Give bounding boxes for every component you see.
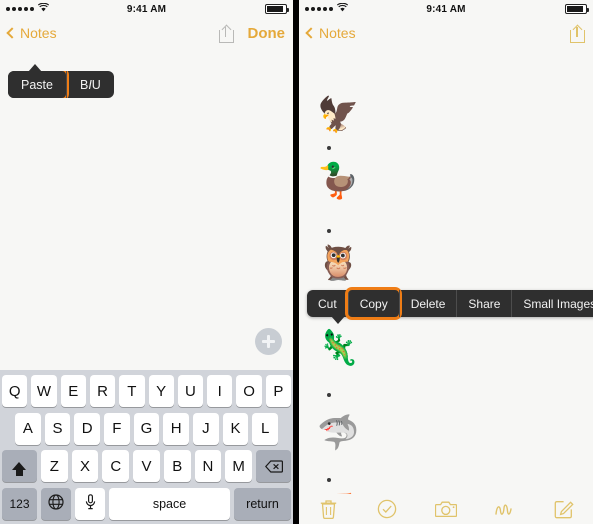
context-menu-popover: Cut Copy Delete Share Small Images [307,287,593,324]
key-l[interactable]: L [252,412,279,445]
note-content: 🦅 🦆 🦉 🦎 🦈 🦐 Cut Copy Delete Share Small … [299,48,593,524]
done-button[interactable]: Done [248,25,286,42]
globe-key[interactable] [41,487,71,520]
backspace-key[interactable] [256,450,292,483]
emoji-eagle[interactable]: 🦅 [317,98,359,132]
return-key[interactable]: return [234,487,291,520]
share-icon[interactable] [218,24,234,43]
key-x[interactable]: X [71,450,99,483]
backspace-icon [265,460,284,473]
key-b[interactable]: B [163,450,191,483]
right-back-label: Notes [319,25,356,41]
left-status-bar: 9:41 AM [0,0,293,18]
key-p[interactable]: P [265,375,291,407]
popover-caret-icon [28,64,42,72]
key-q[interactable]: Q [2,375,28,407]
context-menu: Cut Copy Delete Share Small Images [307,287,593,320]
markup-button[interactable] [490,497,520,521]
key-o[interactable]: O [236,375,262,407]
emoji-owl[interactable]: 🦉 [317,246,359,280]
edit-toolbar: Paste BIU [8,71,114,98]
left-nav-actions: Done [218,24,286,43]
emoji-duck[interactable]: 🦆 [317,164,359,198]
right-status-time: 9:41 AM [426,3,466,15]
onscreen-keyboard: Q W E R T Y U I O P A S D F G H J K L Z … [0,370,293,524]
dual-screenshot-container: 9:41 AM Notes Done Paste BIU Q W E R T Y… [0,0,593,524]
emoji-lizard[interactable]: 🦎 [317,331,359,365]
left-phone-screen: 9:41 AM Notes Done Paste BIU Q W E R T Y… [0,0,293,524]
key-u[interactable]: U [177,375,204,407]
cut-menu-item[interactable]: Cut [307,290,348,317]
key-n[interactable]: N [194,450,222,483]
list-bullet-4 [327,478,331,482]
right-status-bar: 9:41 AM [299,0,593,18]
keyboard-row-4: 123 space return [2,487,291,520]
list-bullet-1 [327,146,331,150]
key-w[interactable]: W [31,375,57,407]
dictation-key[interactable] [75,487,105,520]
add-attachment-button[interactable] [255,328,282,355]
copy-menu-item[interactable]: Copy [344,287,402,320]
delete-note-button[interactable] [313,497,343,521]
battery-icon [565,4,589,14]
camera-button[interactable] [431,497,461,521]
edit-popover: Paste BIU [8,64,114,98]
small-images-menu-item[interactable]: Small Images [511,290,593,317]
key-e[interactable]: E [60,375,86,407]
chevron-left-icon [305,27,317,39]
key-f[interactable]: F [104,412,130,445]
right-phone-screen: 9:41 AM Notes 🦅 🦆 🦉 🦎 🦈 Cut Copy Delete … [299,0,593,524]
keyboard-row-3: Z X C V B N M [1,450,292,483]
list-bullet-3 [327,393,331,397]
left-status-battery [265,4,289,14]
share-icon[interactable] [570,24,585,43]
left-back-label: Notes [20,25,57,41]
key-z[interactable]: Z [40,450,68,483]
key-v[interactable]: V [133,450,160,483]
key-i[interactable]: I [207,375,233,407]
right-nav-actions [570,24,585,43]
chevron-left-icon [6,27,18,39]
key-d[interactable]: D [74,412,100,445]
format-biu-menu-item[interactable]: BIU [65,71,114,98]
key-g[interactable]: G [133,412,160,445]
key-t[interactable]: T [119,375,145,407]
right-status-battery [565,4,589,14]
microphone-icon [85,494,96,514]
key-m[interactable]: M [225,450,253,483]
key-k[interactable]: K [222,412,249,445]
space-key[interactable]: space [109,487,230,520]
context-menu-caret-icon [331,316,345,324]
emoji-shark[interactable]: 🦈 [317,416,359,450]
key-a[interactable]: A [14,412,41,445]
globe-icon [48,494,64,514]
paste-menu-item[interactable]: Paste [8,71,69,98]
right-nav-bar: Notes [299,18,593,48]
key-h[interactable]: H [163,412,190,445]
compose-button[interactable] [549,497,579,521]
left-status-time: 9:41 AM [126,3,167,15]
right-back-button[interactable]: Notes [305,25,356,41]
list-bullet-2 [327,229,331,233]
battery-icon [265,4,289,14]
left-nav-bar: Notes Done [0,18,293,48]
keyboard-row-2: A S D F G H J K L [2,412,291,445]
shift-icon [12,462,27,477]
delete-menu-item[interactable]: Delete [398,290,457,317]
key-j[interactable]: J [193,412,219,445]
checklist-button[interactable] [372,497,402,521]
shift-key[interactable] [1,450,37,483]
key-r[interactable]: R [89,375,116,407]
keyboard-row-1: Q W E R T Y U I O P [2,375,291,407]
note-bottom-toolbar [299,494,593,524]
key-s[interactable]: S [44,412,71,445]
key-y[interactable]: Y [148,375,174,407]
share-menu-item[interactable]: Share [456,290,511,317]
left-back-button[interactable]: Notes [6,25,57,41]
numbers-key[interactable]: 123 [2,487,37,520]
key-c[interactable]: C [102,450,130,483]
